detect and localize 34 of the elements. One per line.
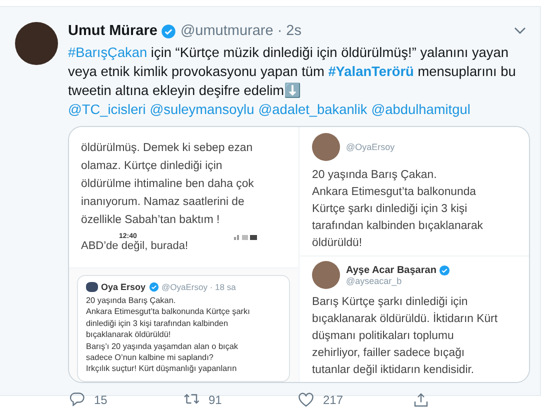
avatar-photo: [312, 133, 340, 161]
screenshot-text: 20 yaşında Barış Çakan. Ankara Etimesgut’ta balkonunda Kürtçe şarkı dinlediği için 3 kişi tarafından kalbinden bıçaklanarak öldürüldü! Barış’ı 20 yaşında yaşamdan alan o bıçak sadece O’nun kalbine mi saplandı? Irkçılık suçtur! Kürt düşmanlığı yapanların: [86, 295, 251, 375]
author-handle[interactable]: @umutmurare: [180, 23, 274, 39]
retweet-count: 91: [208, 393, 222, 407]
heart-icon[interactable]: [297, 391, 315, 409]
mention-link[interactable]: @adalet_bakanlik: [258, 100, 368, 119]
tweet-time[interactable]: · 2s: [277, 23, 302, 39]
attached-screenshot[interactable]: @OyaErsoy 20 yaşında Barış Çakan. Ankara Etimesgut’ta balkonunda Kürtçe şarkı dinlediği için 3 kişi tarafından kalbinden bıçaklanarak öldürüldü!: [300, 127, 529, 255]
author-handle: @OyaErsoy · 18 sa: [162, 282, 236, 292]
mention-link[interactable]: @suleymansoylu: [150, 100, 254, 119]
mention-link[interactable]: @TC_icisleri: [68, 100, 146, 119]
author-handle: @ayseacar_b: [346, 276, 403, 286]
reply-icon[interactable]: [68, 391, 86, 409]
hashtag-link[interactable]: #BarışÇakan: [68, 45, 148, 60]
share-icon[interactable]: [412, 391, 430, 409]
author-name: Ayşe Acar Başaran: [346, 264, 436, 276]
signal-battery-icon: [234, 234, 258, 240]
author-name[interactable]: Umut Mürare: [68, 23, 158, 39]
reply-count: 15: [94, 393, 108, 407]
author-handle: @OyaErsoy: [346, 142, 395, 152]
avatar-photo: [312, 261, 340, 289]
screenshot-text: 20 yaşında Barış Çakan. Ankara Etimesgut’ta balkonunda Kürtçe şarkı dinlediği için 3 kişi tarafından kalbinden bıçaklanarak öldürüldü!: [312, 168, 484, 251]
avatar-photo: [86, 282, 98, 292]
author-name: Oya Ersoy: [101, 282, 146, 292]
screenshot-text: öldürülmüş. Demek ki sebep ezan olamaz. Kürtçe dinlediği için öldürülme ihtimaline ben daha çok inanıyorum. Namaz saatlerini de özellikle Sabah’tan baktım !: [81, 141, 255, 228]
hashtag-link[interactable]: #YalanTerörü: [328, 64, 414, 79]
tweet-text: #BarışÇakan için “Kürtçe müzik dinlediği için öldürülmüş!” yalanını yayan veya etnik kimlik provokasyonu yapan tüm #YalanTerörü mensuplarını bu tweetin altına ekleyin deşifre edelim⬇: [68, 44, 517, 100]
like-count: 217: [323, 393, 344, 407]
caret-icon[interactable]: [514, 27, 526, 35]
avatar-photo[interactable]: [15, 22, 58, 65]
screenshot-text: Barış Kürtçe şarkı dinlediği için bıçaklanarak öldürüldü. İktidarın Kürt düşmanı politikaları toplumu zehirliyor, failler sadece bıçağı tutanlar değil iktidarın kendisidir.: [312, 295, 499, 378]
attached-screenshot[interactable]: [300, 257, 529, 382]
screenshot-text: ABD’de değil, burada!: [81, 240, 190, 252]
mention-link[interactable]: @abdulhamitgul: [371, 100, 470, 119]
